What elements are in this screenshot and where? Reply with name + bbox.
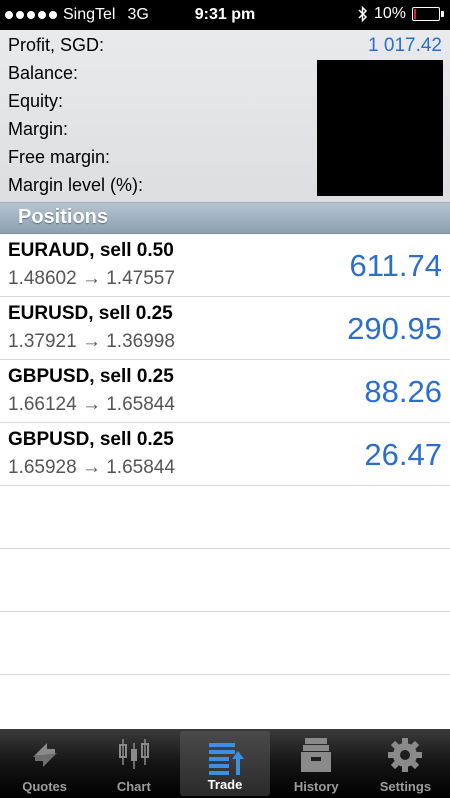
redacted-values xyxy=(317,60,443,196)
margin-level-label: Margin level (%): xyxy=(8,175,144,195)
profit-label: Profit, SGD: xyxy=(8,35,105,55)
positions-list: EURAUD, sell 0.50 1.48602 → 1.47557 611.… xyxy=(0,234,450,738)
empty-row xyxy=(0,612,450,675)
status-right: 10% xyxy=(358,5,444,23)
empty-row xyxy=(0,486,450,549)
tab-chart[interactable]: Chart xyxy=(89,729,178,798)
position-title: EURUSD, sell 0.25 xyxy=(8,303,173,324)
gear-icon xyxy=(388,738,423,772)
battery-icon xyxy=(412,7,444,21)
tab-settings[interactable]: Settings xyxy=(361,729,450,798)
tab-trade-label: Trade xyxy=(207,777,243,792)
bluetooth-icon xyxy=(358,6,368,22)
positions-title: Positions xyxy=(18,206,109,228)
equity-label: Equity: xyxy=(8,91,64,111)
tab-quotes[interactable]: Quotes xyxy=(0,729,89,798)
balance-label: Balance: xyxy=(8,63,79,83)
quotes-icon xyxy=(32,743,57,767)
status-bar: SingTel 3G 9:31 pm 10% xyxy=(0,0,450,30)
position-profit: 88.26 xyxy=(364,374,442,409)
tab-quotes-label: Quotes xyxy=(22,779,67,794)
positions-header: Positions xyxy=(0,202,450,234)
margin-label: Margin: xyxy=(8,119,69,139)
position-prices: 1.66124 → 1.65844 xyxy=(8,394,175,415)
position-profit: 26.47 xyxy=(364,437,442,472)
empty-row xyxy=(0,549,450,612)
profit-value: 1 017.42 xyxy=(368,35,442,56)
tab-history[interactable]: History xyxy=(272,729,361,798)
position-prices: 1.48602 → 1.47557 xyxy=(8,268,175,289)
position-prices: 1.37921 → 1.36998 xyxy=(8,331,175,352)
tab-bar: Quotes Chart Trade History Settings xyxy=(0,729,450,798)
position-row[interactable]: GBPUSD, sell 0.25 1.65928 → 1.65844 26.4… xyxy=(0,423,450,486)
position-profit: 290.95 xyxy=(347,311,442,346)
position-prices: 1.65928 → 1.65844 xyxy=(8,457,175,478)
account-summary: Profit, SGD: 1 017.42 Balance: Equity: M… xyxy=(0,30,450,202)
tab-settings-label: Settings xyxy=(379,779,432,794)
position-title: GBPUSD, sell 0.25 xyxy=(8,429,174,450)
battery-percent: 10% xyxy=(373,5,406,22)
tab-trade[interactable]: Trade xyxy=(180,731,270,796)
free-margin-label: Free margin: xyxy=(8,147,111,167)
trade-icon xyxy=(209,743,244,775)
position-row[interactable]: EURAUD, sell 0.50 1.48602 → 1.47557 611.… xyxy=(0,234,450,297)
position-row[interactable]: EURUSD, sell 0.25 1.37921 → 1.36998 290.… xyxy=(0,297,450,360)
history-icon xyxy=(301,738,332,772)
chart-icon xyxy=(118,739,149,769)
tab-chart-label: Chart xyxy=(116,779,151,794)
position-row[interactable]: GBPUSD, sell 0.25 1.66124 → 1.65844 88.2… xyxy=(0,360,450,423)
position-title: GBPUSD, sell 0.25 xyxy=(8,366,174,387)
battery-level xyxy=(414,9,416,19)
tab-history-label: History xyxy=(293,779,339,794)
position-title: EURAUD, sell 0.50 xyxy=(8,240,174,261)
position-profit: 611.74 xyxy=(349,248,442,283)
